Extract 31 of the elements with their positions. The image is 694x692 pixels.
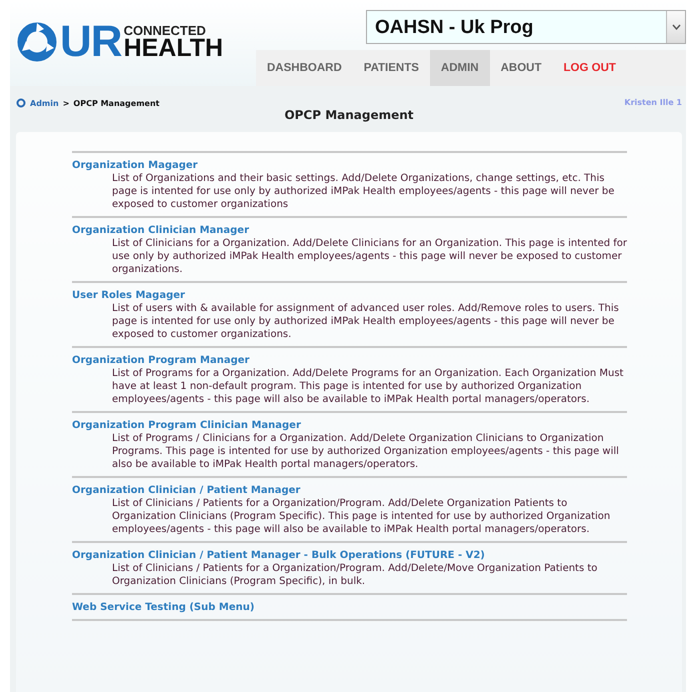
menu-description: List of Organizations and their basic settings. Add/Delete Organizations, change settings, etc. This page is intented for use only by authorized iMPak Health employees/agents - this page will never be exposed to customer organizations bbox=[111, 172, 616, 211]
menu-description: List of Clinicians / Patients for a Organization/Program. Add/Delete/Move Organization Patients to Organization Clinicians (Program Specific), in bulk. bbox=[111, 562, 598, 588]
menu-link[interactable]: Organization Magager bbox=[72, 159, 627, 172]
breadcrumb-link[interactable]: Admin bbox=[30, 98, 59, 108]
menu-link[interactable]: User Roles Magager bbox=[72, 289, 627, 302]
nav-tab[interactable]: ADMIN bbox=[430, 50, 490, 86]
nav-tab[interactable]: DASHBOARD bbox=[256, 50, 353, 86]
menu-description: List of users with & available for assignment of advanced user roles. Add/Remove roles to users. This page is intented for use only by authorized iMPak Health employees/agents - this page will never be exposed to customer organizations. bbox=[111, 302, 620, 341]
menu-link[interactable]: Organization Clinician Manager bbox=[72, 224, 627, 237]
chevron-down-icon bbox=[672, 24, 680, 30]
menu-link[interactable]: Organization Program Clinician Manager bbox=[72, 419, 627, 432]
breadcrumb-separator: > bbox=[62, 98, 70, 108]
circular-arrows-icon bbox=[16, 21, 58, 63]
logo-word: CONNECTED bbox=[124, 24, 207, 36]
menu-description: List of Clinicians for a Organization. Add/Delete Clinicians for an Organization. This page is intented for use only by authorized iMPak Health employees/agents - this page will never be exposed to customer organizations. bbox=[111, 237, 627, 276]
breadcrumb-current: OPCP Management bbox=[73, 98, 160, 108]
logo-word: HEALTH bbox=[124, 36, 224, 60]
menu-description: List of Programs for a Organization. Add/Delete Programs for an Organization. Each Organization Must have at least 1 non-default program. This page is intented for use by authorized Organization employees/agents - this page will also be available to iMPak Health portal managers/operators. bbox=[111, 367, 624, 406]
page-title: OPCP Management bbox=[283, 108, 415, 122]
menu-link[interactable]: Organization Program Manager bbox=[72, 354, 627, 367]
nav-tab[interactable]: LOG OUT bbox=[552, 50, 627, 86]
menu-link[interactable]: Organization Clinician / Patient Manager - Bulk Operations (FUTURE - V2) bbox=[72, 549, 627, 562]
menu-link[interactable]: Organization Clinician / Patient Manager bbox=[72, 484, 627, 497]
nav-tab[interactable]: ABOUT bbox=[490, 50, 553, 86]
logo-letters: UR bbox=[60, 20, 122, 64]
user-name: Kristen Ille 1 bbox=[624, 98, 682, 108]
program-select[interactable]: OAHSN - Uk Prog bbox=[366, 10, 686, 44]
menu-description: List of Programs / Clinicians for a Organization. Add/Delete Organization Clinicians to Organization Programs. This page is intented for use by authorized Organization employees/agents - this page will also be available to iMPak Health portal managers/operators. bbox=[111, 432, 620, 471]
nav-tab[interactable]: PATIENTS bbox=[352, 50, 430, 86]
menu-description: List of Clinicians / Patients for a Organization/Program. Add/Delete Organization Patients to Organization Clinicians (Program Specific). This page is intented for use by authorized Organization employees/agents - this page will also be available to iMPak Health portal managers/operators. bbox=[111, 497, 612, 536]
menu-link[interactable]: Web Service Testing (Sub Menu) bbox=[72, 601, 627, 614]
